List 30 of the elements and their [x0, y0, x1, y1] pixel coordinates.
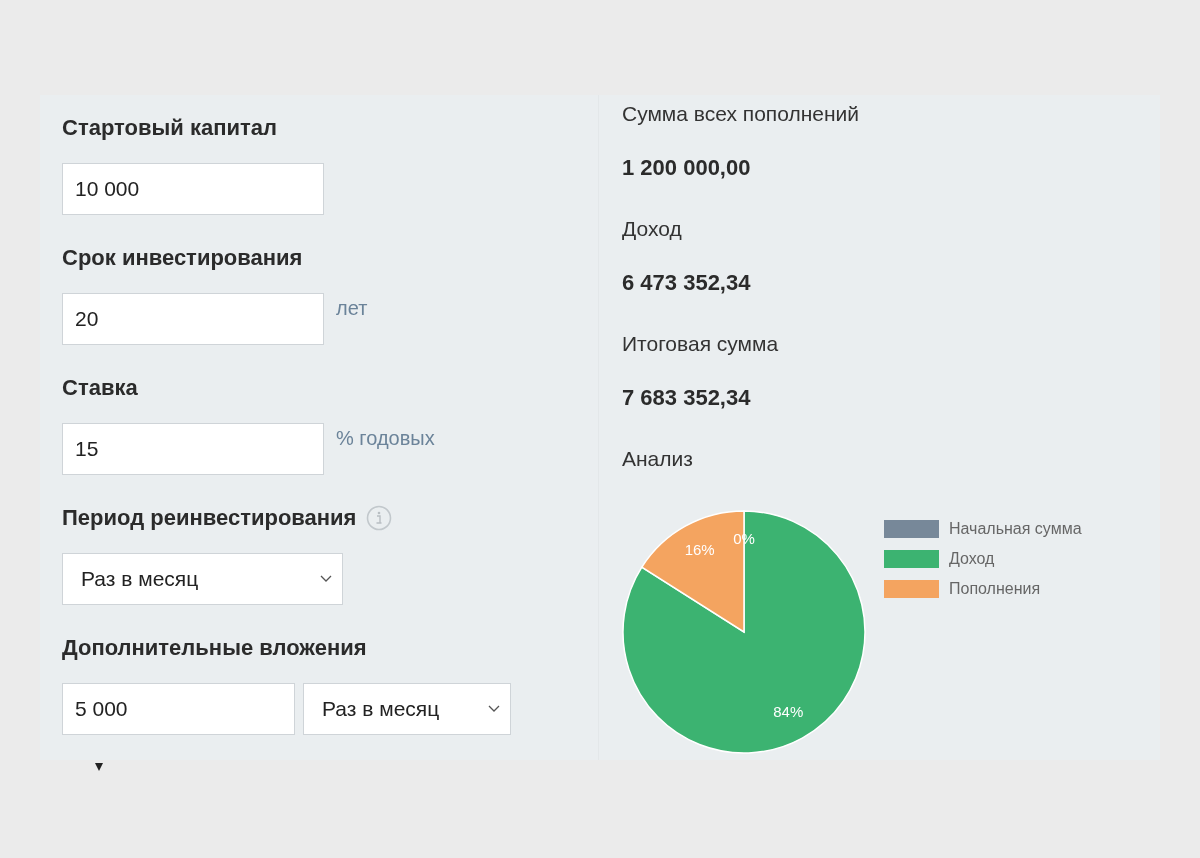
field-label: Стартовый капитал [62, 115, 277, 141]
text-input[interactable]: 15 [62, 423, 324, 475]
field-label: Ставка [62, 375, 138, 401]
chevron-down-icon [320, 575, 332, 583]
slice-label: 84% [773, 702, 804, 720]
triangle-icon [95, 763, 103, 771]
slice-label: 0% [733, 530, 755, 547]
period-dropdown[interactable]: Раз в месяц [303, 683, 511, 735]
result-value: 1 200 000,00 [622, 154, 752, 182]
result-label: Итоговая сумма [622, 331, 780, 357]
field-label: Период реинвестирования [62, 505, 357, 531]
text-input[interactable]: 10 000 [62, 163, 324, 215]
info-icon[interactable] [366, 505, 393, 531]
result-label: Доход [622, 216, 683, 242]
legend-label: Пополнения [949, 580, 1041, 598]
result-value: 6 473 352,34 [622, 269, 752, 297]
field-label: Срок инвестирования [62, 245, 303, 271]
text-input[interactable]: 20 [62, 293, 324, 345]
field-label: Дополнительные вложения [62, 635, 367, 661]
period-dropdown[interactable]: Раз в месяц [62, 553, 343, 605]
legend-label: Доход [949, 550, 995, 568]
result-label: Сумма всех пополнений [622, 101, 861, 127]
unit-label: % годовых [336, 427, 435, 450]
chevron-down-icon [488, 705, 500, 713]
legend-label: Начальная сумма [949, 520, 1082, 538]
section-title: Анализ [622, 446, 694, 472]
result-value: 7 683 352,34 [622, 384, 752, 412]
unit-label: лет [336, 297, 368, 320]
text-input[interactable]: 5 000 [62, 683, 295, 735]
slice-label: 16% [684, 541, 715, 559]
